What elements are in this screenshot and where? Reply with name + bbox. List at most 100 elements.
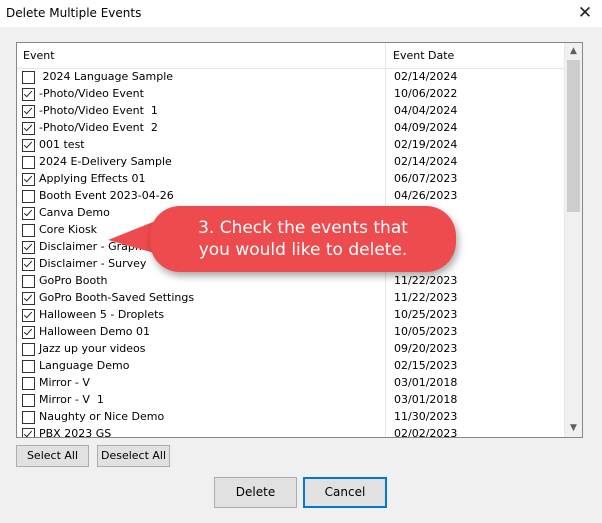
event-name: Applying Effects 01 [39,172,146,185]
event-checkbox[interactable] [22,71,35,84]
event-date: 10/06/2022 [394,87,458,100]
event-name: 2024 Language Sample [39,70,174,83]
event-checkbox[interactable] [22,224,35,237]
cancel-label: Cancel [324,485,366,499]
event-date: 11/22/2023 [394,274,458,287]
event-checkbox[interactable] [22,309,35,322]
event-checkbox[interactable] [22,139,35,152]
column-divider[interactable] [385,43,386,67]
event-name: Core Kiosk [39,223,98,236]
event-name: -Photo/Video Event [39,87,144,100]
event-date: 04/04/2024 [394,104,458,117]
event-date: 10/25/2023 [394,308,458,321]
table-row[interactable]: Halloween Demo 01 10/05/2023 [17,324,566,341]
table-row[interactable]: Booth Event 2023-04-26 04/26/2023 [17,188,566,205]
event-date: 03/01/2018 [394,376,458,389]
deselect-all-label: Deselect All [100,449,167,462]
event-checkbox[interactable] [22,394,35,407]
vertical-scrollbar[interactable]: ▲ ▼ [564,43,582,437]
event-checkbox[interactable] [22,360,35,373]
table-row[interactable]: 2024 Language Sample 02/14/2024 [17,69,566,86]
event-checkbox[interactable] [22,156,35,169]
event-name: 2024 E-Delivery Sample [39,155,172,168]
window-title: Delete Multiple Events [6,6,142,20]
scroll-thumb[interactable] [567,60,580,212]
table-row[interactable]: Mirror - V 03/01/2018 [17,375,566,392]
event-checkbox[interactable] [22,275,35,288]
event-date: 02/15/2023 [394,359,458,372]
event-name: Jazz up your videos [39,342,146,355]
list-header: Event Event Date [17,43,566,69]
column-header-event[interactable]: Event [23,43,55,68]
event-name: 001 test [39,138,85,151]
event-checkbox[interactable] [22,343,35,356]
event-checkbox[interactable] [22,411,35,424]
event-name: Mirror - V [39,376,90,389]
callout-line-1: 3. Check the events that [198,218,408,238]
event-name: -Photo/Video Event 2 [39,121,158,134]
event-name: Booth Event 2023-04-26 [39,189,174,202]
table-row[interactable]: GoPro Booth-Saved Settings 11/22/2023 [17,290,566,307]
table-row[interactable]: Language Demo 02/15/2023 [17,358,566,375]
table-row[interactable]: Halloween 5 - Droplets 10/25/2023 [17,307,566,324]
table-row[interactable]: PBX 2023 GS 02/02/2023 [17,426,566,438]
table-row[interactable]: 2024 E-Delivery Sample 02/14/2024 [17,154,566,171]
table-row[interactable]: -Photo/Video Event 10/06/2022 [17,86,566,103]
event-checkbox[interactable] [22,377,35,390]
event-name: PBX 2023 GS [39,427,112,438]
event-name: GoPro Booth [39,274,108,287]
callout-line-2: you would like to delete. [198,240,408,260]
event-checkbox[interactable] [22,105,35,118]
table-row[interactable]: Jazz up your videos 09/20/2023 [17,341,566,358]
event-name: Canva Demo [39,206,110,219]
event-date: 02/02/2023 [394,427,458,438]
event-date: 04/09/2024 [394,121,458,134]
event-checkbox[interactable] [22,190,35,203]
event-date: 09/20/2023 [394,342,458,355]
event-name: Language Demo [39,359,130,372]
table-row[interactable]: Naughty or Nice Demo 11/30/2023 [17,409,566,426]
event-name: Disclaimer - Survey [39,257,147,270]
instruction-callout: 3. Check the events that you would like … [150,206,456,272]
table-row[interactable]: GoPro Booth 11/22/2023 [17,273,566,290]
event-date: 06/07/2023 [394,172,458,185]
event-name: Halloween Demo 01 [39,325,151,338]
event-name: Halloween 5 - Droplets [39,308,165,321]
table-row[interactable]: -Photo/Video Event 1 04/04/2024 [17,103,566,120]
event-date: 04/26/2023 [394,189,458,202]
event-checkbox[interactable] [22,258,35,271]
table-row[interactable]: -Photo/Video Event 2 04/09/2024 [17,120,566,137]
deselect-all-button[interactable]: Deselect All [97,445,170,467]
event-date: 10/05/2023 [394,325,458,338]
select-all-button[interactable]: Select All [16,445,89,467]
event-date: 03/01/2018 [394,393,458,406]
table-row[interactable]: Applying Effects 01 06/07/2023 [17,171,566,188]
column-header-date[interactable]: Event Date [393,43,454,68]
event-date: 02/19/2024 [394,138,458,151]
event-date: 02/14/2024 [394,155,458,168]
select-all-label: Select All [26,449,79,462]
event-checkbox[interactable] [22,428,35,437]
event-name: -Photo/Video Event 1 [39,104,158,117]
scroll-down-icon[interactable]: ▼ [565,420,582,437]
delete-label: Delete [235,485,276,499]
delete-button[interactable]: Delete [214,477,297,508]
close-icon[interactable]: ✕ [574,2,596,24]
event-checkbox[interactable] [22,173,35,186]
event-checkbox[interactable] [22,207,35,220]
event-checkbox[interactable] [22,292,35,305]
event-name: Mirror - V 1 [39,393,104,406]
table-row[interactable]: 001 test 02/19/2024 [17,137,566,154]
cancel-button[interactable]: Cancel [303,477,387,508]
event-checkbox[interactable] [22,88,35,101]
event-name: GoPro Booth-Saved Settings [39,291,195,304]
event-checkbox[interactable] [22,326,35,339]
event-checkbox[interactable] [22,122,35,135]
event-date: 02/14/2024 [394,70,458,83]
event-checkbox[interactable] [22,241,35,254]
table-row[interactable]: Mirror - V 1 03/01/2018 [17,392,566,409]
event-date: 11/30/2023 [394,410,458,423]
scroll-up-icon[interactable]: ▲ [565,43,582,60]
event-date: 11/22/2023 [394,291,458,304]
title-bar: Delete Multiple Events ✕ [0,0,602,27]
